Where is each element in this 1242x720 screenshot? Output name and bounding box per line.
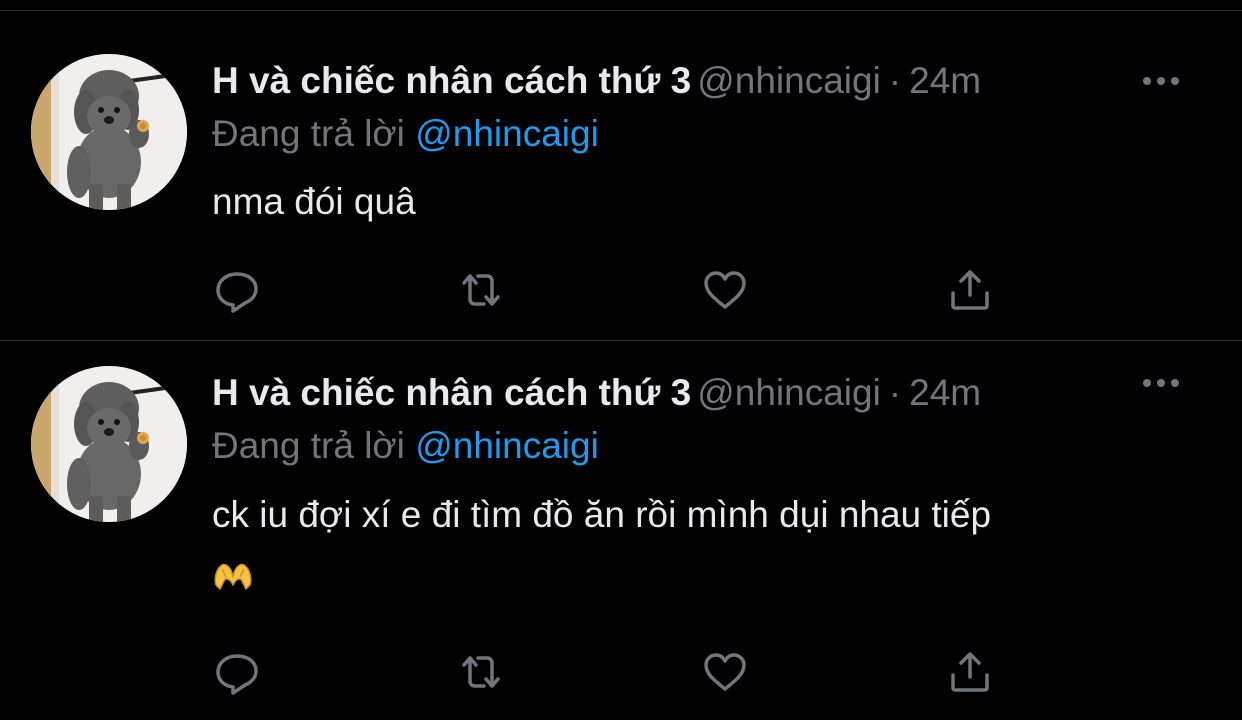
tweet-text: nma đói quâ [212,181,416,222]
reply-button[interactable] [212,647,262,697]
tweet-header: H và chiếc nhân cách thứ 3 @nhincaigi · 24m [212,369,981,417]
share-button[interactable] [945,265,995,315]
reply-mention-link[interactable]: @nhincaigi [415,113,599,154]
retweet-icon [462,274,500,306]
tweet-actions [0,647,1242,697]
tweet[interactable]: H và chiếc nhân cách thứ 3 @nhincaigi · 24m… [0,11,1242,340]
share-icon [951,270,989,310]
user-handle[interactable]: @nhincaigi [697,372,881,413]
separator-dot: · [888,60,902,101]
avatar[interactable] [31,54,187,210]
retweet-button[interactable] [456,265,506,315]
replying-to-label: Đang trả lời [212,113,405,154]
user-handle[interactable]: @nhincaigi [697,60,881,101]
display-name[interactable]: H và chiếc nhân cách thứ 3 [212,60,691,101]
retweet-button[interactable] [456,647,506,697]
tweet-text: ck iu đợi xí e đi tìm đồ ăn rồi mình dụi… [212,494,992,535]
tweet-header: H và chiếc nhân cách thứ 3 @nhincaigi · 24m [212,57,981,105]
more-icon[interactable] [1141,71,1181,91]
replying-to-label: Đang trả lời [212,425,405,466]
share-button[interactable] [945,647,995,697]
display-name[interactable]: H và chiếc nhân cách thứ 3 [212,372,691,413]
reply-icon [216,272,258,313]
heart-icon [704,271,746,309]
more-icon[interactable] [1141,373,1181,393]
heart-hands-emoji-icon [212,555,254,597]
replying-to: Đang trả lời @nhincaigi [212,422,599,470]
timestamp[interactable]: 24m [909,60,981,101]
retweet-icon [462,656,500,688]
share-icon [951,652,989,692]
reply-button[interactable] [212,265,262,315]
heart-icon [704,653,746,691]
tweet[interactable]: H và chiếc nhân cách thứ 3 @nhincaigi · 24m… [0,341,1242,720]
avatar[interactable] [31,366,187,522]
reply-mention-link[interactable]: @nhincaigi [415,425,599,466]
tweet-actions [0,265,1242,315]
reply-icon [216,654,258,695]
like-button[interactable] [700,265,750,315]
like-button[interactable] [700,647,750,697]
timestamp[interactable]: 24m [909,372,981,413]
separator-dot: · [888,372,902,413]
replying-to: Đang trả lời @nhincaigi [212,110,599,158]
